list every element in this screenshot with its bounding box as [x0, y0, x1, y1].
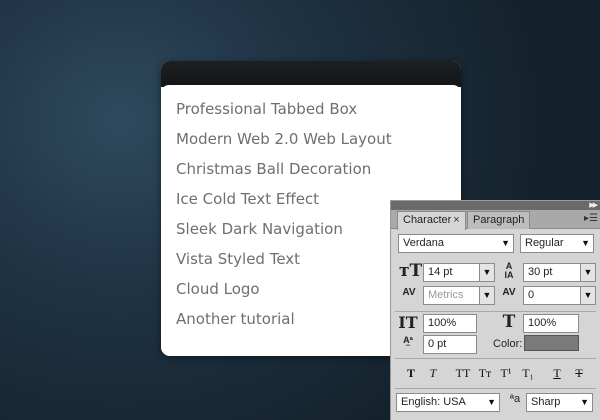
color-label: Color: — [493, 338, 523, 350]
faux-italic-button[interactable]: T — [425, 365, 441, 381]
kerning-icon: AV — [402, 287, 416, 298]
horizontal-scale-value: 100% — [528, 317, 557, 329]
vertical-scale-input[interactable]: 100% — [423, 314, 477, 333]
kerning-select[interactable]: Metrics ▼ — [423, 286, 495, 305]
vertical-scale-icon: IT — [398, 313, 418, 332]
leading-value: 30 pt — [528, 266, 553, 278]
leading-icon: A IA — [504, 261, 514, 280]
divider — [395, 358, 596, 359]
list-item[interactable]: Sleek Dark Navigation — [176, 218, 392, 248]
baseline-shift-icon: Aª ‾ — [403, 335, 413, 354]
list-item[interactable]: Cloud Logo — [176, 278, 392, 308]
chevron-down-icon: ▼ — [479, 287, 494, 304]
vertical-scale-value: 100% — [428, 317, 457, 329]
list-item[interactable]: Professional Tabbed Box — [176, 98, 392, 128]
subscript-button[interactable]: T₁ — [520, 365, 536, 381]
language-value: English: USA — [401, 396, 466, 408]
chevron-down-icon: ▼ — [581, 238, 590, 248]
list-item[interactable]: Modern Web 2.0 Web Layout — [176, 128, 392, 158]
antialias-value: Sharp — [531, 396, 561, 408]
underline-button[interactable]: T — [549, 365, 565, 381]
chevron-down-icon: ▼ — [501, 238, 510, 248]
list-item[interactable]: Christmas Ball Decoration — [176, 158, 392, 188]
antialias-icon: ªa — [509, 393, 521, 405]
leading-select[interactable]: 30 pt ▼ — [523, 263, 596, 282]
horizontal-scale-input[interactable]: 100% — [523, 314, 579, 333]
font-size-value: 14 pt — [428, 266, 453, 278]
baseline-shift-value: 0 pt — [428, 338, 447, 350]
faux-bold-button[interactable]: T — [403, 365, 419, 381]
strikethrough-button[interactable]: T — [571, 365, 587, 381]
collapse-panel-icon[interactable]: ▶▶ — [589, 201, 598, 210]
chevron-down-icon: ▼ — [580, 397, 589, 407]
tutorial-list: Professional Tabbed Box Modern Web 2.0 W… — [176, 98, 392, 338]
chevron-down-icon: ▼ — [487, 397, 496, 407]
baseline-shift-input[interactable]: 0 pt — [423, 335, 477, 354]
list-item[interactable]: Vista Styled Text — [176, 248, 392, 278]
character-panel: ▶▶ Character × Paragraph ▸☰ Verdana ▼ Reg… — [390, 200, 600, 420]
tab-character-label: Character — [403, 214, 452, 226]
list-item[interactable]: Ice Cold Text Effect — [176, 188, 392, 218]
tab-character[interactable]: Character × — [397, 211, 466, 230]
color-swatch[interactable] — [524, 335, 579, 351]
font-family-value: Verdana — [403, 237, 444, 249]
chevron-down-icon: ▼ — [580, 287, 595, 304]
divider — [395, 388, 596, 389]
font-family-select[interactable]: Verdana ▼ — [398, 234, 514, 253]
close-icon[interactable]: × — [453, 214, 459, 226]
all-caps-button[interactable]: TT — [453, 365, 473, 381]
antialias-select[interactable]: Sharp ▼ — [526, 393, 593, 412]
font-size-select[interactable]: 14 pt ▼ — [423, 263, 495, 282]
kerning-value: Metrics — [428, 289, 464, 301]
horizontal-scale-icon: T — [502, 312, 516, 332]
panel-tab-bar: Character × Paragraph ▸☰ — [391, 210, 600, 230]
panel-menu-icon[interactable]: ▸☰ — [584, 214, 598, 224]
font-style-select[interactable]: Regular ▼ — [520, 234, 594, 253]
divider — [395, 311, 596, 312]
chevron-down-icon: ▼ — [580, 264, 595, 281]
tabbed-box-header — [161, 61, 461, 87]
tracking-value: 0 — [528, 289, 535, 301]
tab-paragraph[interactable]: Paragraph — [467, 211, 531, 229]
panel-title-bar: ▶▶ — [391, 201, 600, 210]
superscript-button[interactable]: T¹ — [498, 365, 514, 381]
list-item[interactable]: Another tutorial — [176, 308, 392, 338]
font-size-icon: ᴛT — [399, 261, 423, 281]
language-select[interactable]: English: USA ▼ — [396, 393, 500, 412]
tracking-icon: AV — [502, 287, 516, 298]
chevron-down-icon: ▼ — [479, 264, 494, 281]
font-style-value: Regular — [525, 237, 564, 249]
tab-paragraph-label: Paragraph — [473, 214, 525, 226]
small-caps-button[interactable]: Tт — [476, 365, 494, 381]
tracking-select[interactable]: 0 ▼ — [523, 286, 596, 305]
